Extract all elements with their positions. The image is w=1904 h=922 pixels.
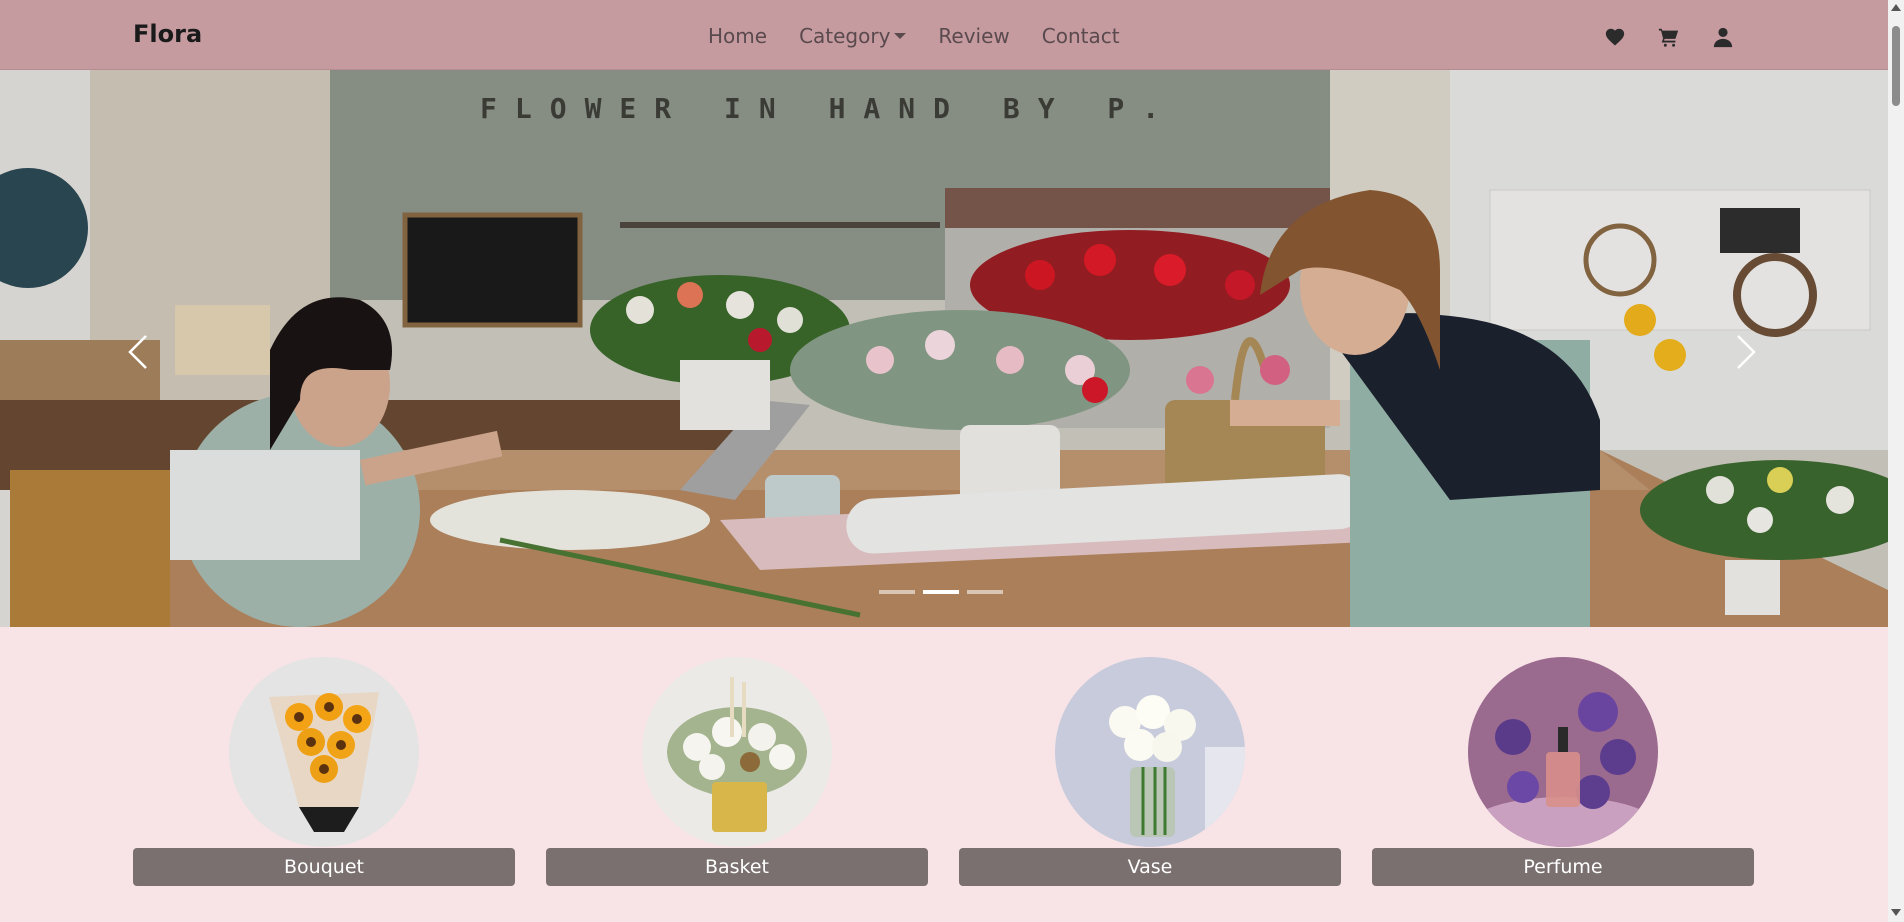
hero-shop-sign: FLOWER IN HAND BY P. — [480, 92, 1178, 125]
carousel-indicators — [879, 590, 1003, 594]
sunflower-bouquet-image[interactable] — [229, 657, 419, 847]
category-section: Bouquet Basket Vase Perfume — [133, 657, 1754, 886]
perfume-with-purple-flowers-image[interactable] — [1468, 657, 1658, 847]
category-card-basket: Basket — [546, 657, 928, 886]
category-button-basket[interactable]: Basket — [546, 848, 928, 886]
carousel-indicator-1[interactable] — [879, 590, 915, 594]
category-button-perfume[interactable]: Perfume — [1372, 848, 1754, 886]
heart-icon[interactable] — [1604, 26, 1626, 48]
category-card-perfume: Perfume — [1372, 657, 1754, 886]
scroll-down-arrow-icon[interactable] — [1891, 909, 1901, 916]
navbar: Flora Home Category Review Contact — [0, 0, 1888, 70]
scrollbar-thumb[interactable] — [1892, 26, 1900, 106]
nav-links: Home Category Review Contact — [708, 24, 1120, 48]
hero-carousel: FLOWER IN HAND BY P. — [0, 70, 1888, 627]
nav-link-home[interactable]: Home — [708, 24, 767, 48]
nav-icons — [1604, 26, 1734, 48]
nav-link-category[interactable]: Category — [799, 24, 907, 48]
cart-icon[interactable] — [1658, 26, 1680, 48]
category-card-vase: Vase — [959, 657, 1341, 886]
hero-image-flower-shop — [0, 70, 1888, 627]
category-button-bouquet[interactable]: Bouquet — [133, 848, 515, 886]
brand-logo[interactable]: Flora — [133, 20, 202, 48]
user-icon[interactable] — [1712, 26, 1734, 48]
nav-link-review[interactable]: Review — [938, 24, 1009, 48]
category-card-bouquet: Bouquet — [133, 657, 515, 886]
nav-link-category-label: Category — [799, 24, 891, 48]
chevron-left-icon[interactable] — [124, 332, 154, 372]
nav-link-contact[interactable]: Contact — [1042, 24, 1120, 48]
caret-down-icon — [894, 32, 907, 39]
category-button-vase[interactable]: Vase — [959, 848, 1341, 886]
carousel-indicator-2[interactable] — [923, 590, 959, 594]
vertical-scrollbar[interactable] — [1888, 0, 1904, 922]
carousel-indicator-3[interactable] — [967, 590, 1003, 594]
white-roses-vase-image[interactable] — [1055, 657, 1245, 847]
scroll-up-arrow-icon[interactable] — [1891, 4, 1901, 11]
chevron-right-icon[interactable] — [1730, 332, 1760, 372]
white-flower-basket-image[interactable] — [642, 657, 832, 847]
